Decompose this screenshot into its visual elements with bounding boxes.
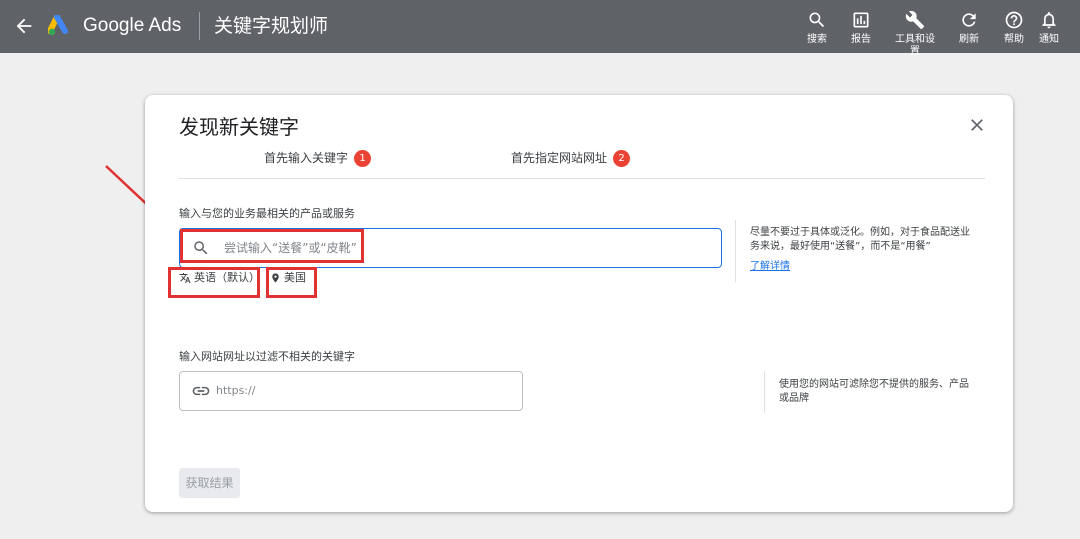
keyword-input-label: 输入与您的业务最相关的产品或服务: [179, 207, 355, 220]
tabs-divider: [179, 178, 985, 179]
notifications-tool-button[interactable]: 通知: [1027, 10, 1071, 46]
tool-label: 通知: [1039, 34, 1059, 45]
tab-enter-keywords[interactable]: 首先输入关键字 1: [264, 149, 372, 167]
google-ads-logo-icon[interactable]: [48, 15, 74, 37]
page-title: 关键字规划师: [214, 15, 329, 37]
bell-icon: [1042, 12, 1056, 29]
annotation-box: [168, 267, 260, 298]
annotation-box: [180, 229, 364, 263]
refresh-tool-button[interactable]: 刷新: [947, 10, 991, 46]
tool-label: 报告: [851, 34, 871, 45]
tab-label: 首先指定网站网址: [511, 151, 608, 165]
report-icon: [853, 12, 869, 28]
wrench-icon: [905, 10, 925, 30]
learn-more-link[interactable]: 了解详情: [750, 260, 790, 274]
website-input-placeholder: https://: [216, 384, 256, 397]
brand-name: Google Ads: [83, 15, 182, 36]
help-divider: [764, 371, 765, 413]
search-icon: [809, 12, 825, 28]
tab-badge: 2: [613, 150, 631, 167]
title-divider: [199, 12, 200, 40]
website-help-text: 使用您的网站可滤除您不提供的服务、产品或品牌: [779, 379, 969, 404]
search-tool-button[interactable]: 搜索: [795, 10, 839, 46]
refresh-icon: [962, 13, 976, 27]
tab-badge: 1: [354, 150, 372, 167]
dialog-title: 发现新关键字: [179, 115, 299, 139]
tool-label: 工具和设置: [895, 34, 935, 57]
help-divider: [735, 220, 736, 282]
annotation-box: [266, 267, 317, 298]
report-tool-button[interactable]: 报告: [839, 10, 883, 46]
tools-settings-button[interactable]: 工具和设置: [893, 10, 937, 58]
website-input-label: 输入网站网址以过滤不相关的关键字: [179, 350, 355, 363]
close-icon[interactable]: [967, 115, 987, 135]
website-url-input[interactable]: https://: [179, 371, 523, 411]
get-results-button[interactable]: 获取结果: [179, 468, 240, 498]
discover-keywords-dialog: 发现新关键字 首先输入关键字 1 首先指定网站网址 2 输入与您的业务最相关的产品或…: [145, 95, 1013, 512]
tab-label: 首先输入关键字: [264, 151, 349, 165]
tab-enter-website[interactable]: 首先指定网站网址 2: [511, 149, 631, 167]
tool-label: 刷新: [959, 34, 979, 45]
tool-label: 搜索: [807, 34, 827, 45]
top-bar: Google Ads 关键字规划师 搜索 报告 工具和设置 刷新 帮助 通知: [0, 0, 1080, 57]
keyword-help-text: 尽量不要过于具体或泛化。例如，对于食品配送业务来说，最好使用“送餐”，而不是“用…: [750, 227, 970, 252]
link-icon: [192, 386, 210, 396]
back-arrow-icon[interactable]: [13, 15, 35, 37]
help-icon: [1005, 11, 1023, 29]
